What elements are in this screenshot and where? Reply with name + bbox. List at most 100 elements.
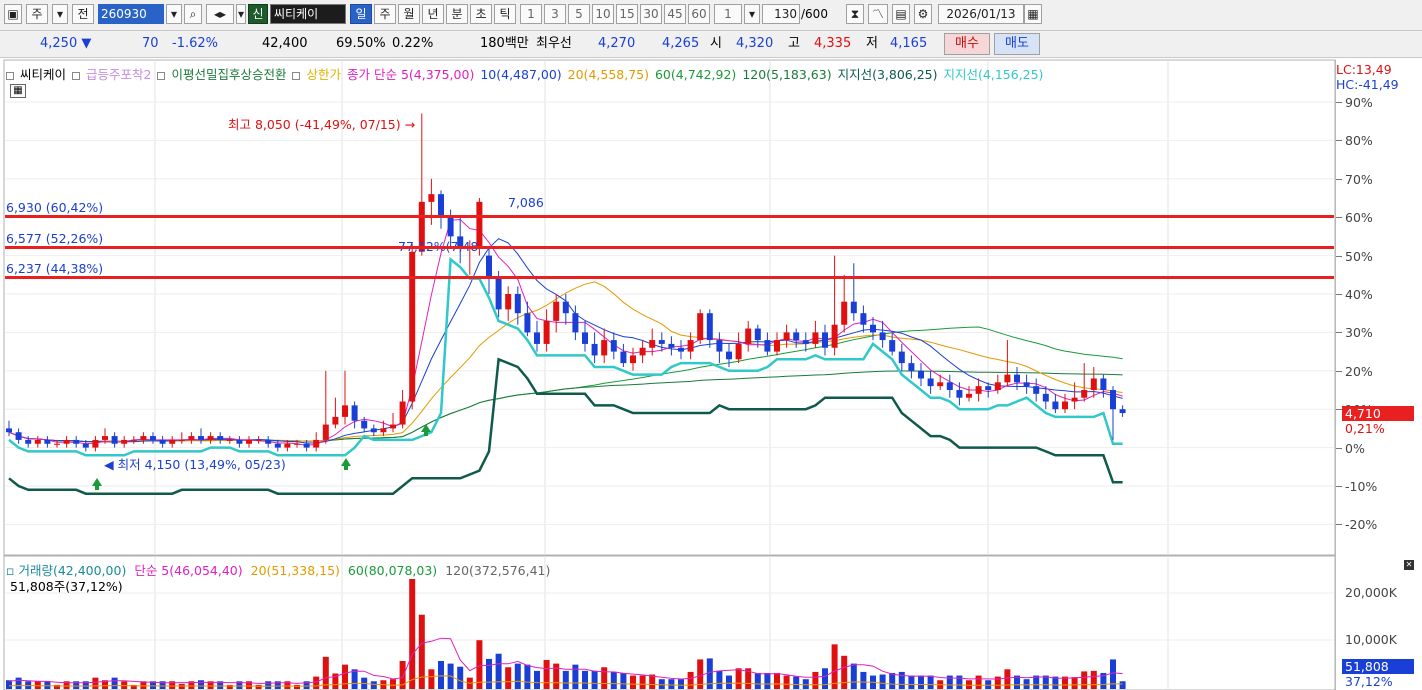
candle-body	[582, 332, 588, 344]
candle-body	[889, 340, 896, 352]
legend-toggle-icon[interactable]	[292, 71, 301, 80]
legend-toggle-icon[interactable]	[6, 71, 14, 80]
volume-bar	[1071, 677, 1078, 689]
volume-bar	[1119, 681, 1126, 689]
candle-body	[745, 328, 752, 344]
candle-body	[390, 424, 396, 429]
volume-current-box: 51,808	[1342, 659, 1414, 674]
volume-bar	[879, 674, 886, 689]
y-tick-label: 60%	[1345, 210, 1373, 226]
candle-body	[735, 343, 742, 360]
candle-body	[774, 340, 780, 352]
grid-table-icon[interactable]: ▦	[10, 84, 26, 98]
candle-body	[610, 340, 617, 352]
close-panel-icon[interactable]: ✕	[1404, 560, 1414, 570]
candle-body	[495, 278, 502, 310]
current-price-box: 4,710	[1342, 406, 1414, 421]
candle-body	[198, 436, 204, 440]
resistance-line-0[interactable]	[5, 214, 1334, 218]
candle-body	[351, 405, 358, 421]
legend-item-2[interactable]: 이평선밀집후상승전환	[157, 67, 286, 82]
volume-bar	[716, 670, 723, 689]
candle-body	[812, 332, 819, 344]
volume-bar	[956, 675, 963, 689]
y-tick-label: 30%	[1345, 325, 1373, 341]
resistance-line-2[interactable]	[5, 276, 1334, 280]
volume-legend-item-1: 단순 5(46,054,40)	[134, 563, 243, 578]
volume-bar	[630, 675, 636, 689]
legend-item-10: 지지선(4,156,25)	[943, 67, 1044, 82]
peak-label: 7,086	[508, 195, 544, 210]
legend-item-0[interactable]: 씨티케이	[6, 67, 66, 82]
volume-bar	[908, 675, 915, 689]
candle-body	[687, 340, 694, 352]
candle-body	[178, 439, 185, 441]
legend-toggle-icon[interactable]	[72, 71, 81, 80]
volume-bar	[985, 680, 992, 689]
candle-body	[860, 313, 867, 325]
candle-body	[562, 301, 569, 314]
volume-bar	[802, 679, 809, 689]
volume-bar	[562, 670, 569, 689]
volume-bar	[966, 680, 972, 689]
candle-body	[1004, 374, 1011, 383]
candle-body	[706, 313, 713, 341]
price-chart[interactable]	[0, 0, 1422, 690]
volume-bar	[572, 664, 579, 689]
candle-body	[284, 443, 291, 448]
volume-bar	[582, 670, 588, 689]
support-line-light	[8, 256, 1123, 457]
legend-item-3[interactable]: 상한가	[292, 67, 341, 82]
candle-body	[946, 382, 953, 390]
candle-body	[898, 351, 905, 364]
candle-body	[169, 439, 176, 444]
candle-body	[524, 313, 531, 333]
signal-arrow-stem	[344, 466, 348, 470]
candle-body	[514, 294, 521, 314]
candle-body	[246, 439, 252, 444]
candle-body	[994, 382, 1001, 390]
volume-legend-item-3: 60(80,078,03)	[347, 563, 438, 578]
candle-body	[159, 439, 166, 444]
candle-body	[447, 217, 454, 237]
volume-bar	[1090, 670, 1097, 689]
candle-body	[1081, 390, 1088, 398]
y-tick-label: 40%	[1345, 287, 1373, 302]
y-tick	[1336, 486, 1342, 487]
volume-bar	[850, 663, 857, 689]
candle-body	[726, 351, 732, 360]
candle-body	[966, 393, 972, 398]
y-tick	[1336, 332, 1342, 334]
legend-item-1[interactable]: 급등주포착2	[72, 67, 151, 82]
candle-body	[553, 301, 560, 321]
volume-bar	[927, 675, 934, 689]
candle-body	[620, 351, 627, 364]
candle-body	[303, 443, 310, 448]
resistance-line-1[interactable]	[5, 245, 1334, 249]
price-legend: 씨티케이 급등주포착2 이평선밀집후상승전환 상한가 종가 단순 5(4,375,00)…	[6, 64, 1049, 83]
volume-bar	[505, 667, 512, 689]
volume-bar	[783, 675, 790, 689]
candle-body	[822, 332, 828, 348]
candle-body	[956, 390, 963, 398]
volume-bar	[889, 672, 896, 689]
y-tick	[1336, 255, 1342, 257]
volume-bar	[92, 677, 99, 689]
volume-bar	[764, 672, 771, 689]
candle-body	[82, 443, 89, 448]
volume-current-pct: 37,12%	[1345, 674, 1393, 689]
volume-bar	[831, 644, 838, 689]
candle-body	[831, 324, 838, 348]
candle-body	[236, 439, 243, 444]
candle-body	[975, 386, 982, 394]
candle-body	[879, 332, 886, 341]
volume-legend-item-2: 20(51,338,15)	[250, 563, 340, 578]
candle-body	[121, 439, 128, 444]
candle-body	[409, 251, 416, 402]
y-tick-label: 0%	[1345, 440, 1365, 456]
candle-body	[1014, 374, 1020, 383]
legend-toggle-icon[interactable]	[157, 71, 166, 80]
candle-body	[639, 347, 646, 356]
volume-bar	[706, 658, 713, 689]
volume-bar	[534, 670, 540, 689]
